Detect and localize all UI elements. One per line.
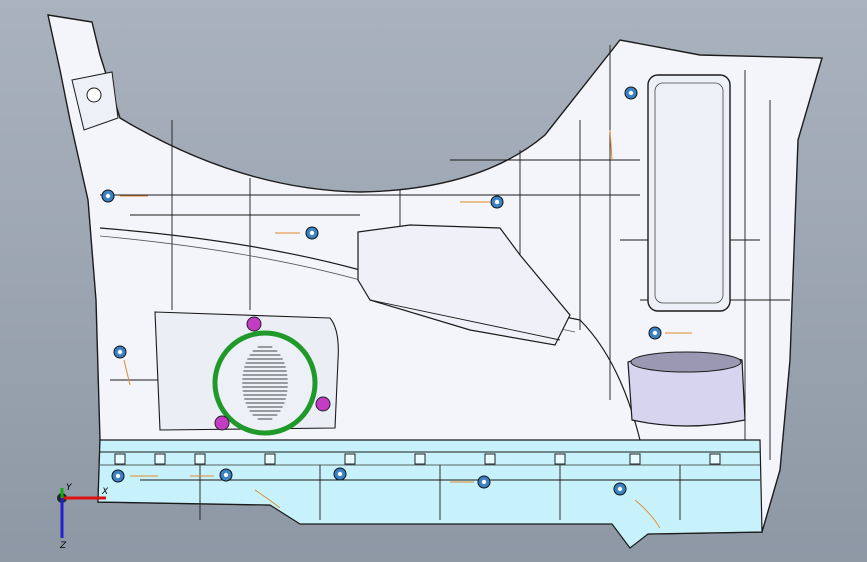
sill-clip (154, 453, 166, 465)
fastener-hole (652, 330, 658, 336)
sill-clip (264, 453, 276, 465)
fastener-hole (223, 472, 229, 478)
x-axis-label: X (101, 487, 109, 497)
cad-viewport[interactable]: X Y Z (0, 0, 867, 562)
sill-clip (194, 453, 206, 465)
sill-clip (709, 453, 721, 465)
y-axis-label: Y (66, 483, 73, 493)
speaker-clip-right[interactable] (315, 396, 331, 412)
fastener-hole (309, 230, 315, 236)
speaker-clip-left[interactable] (214, 415, 230, 431)
sill-clip (629, 453, 641, 465)
axis-triad: X Y Z (57, 483, 109, 550)
sill-clip (114, 453, 126, 465)
sill-clip (484, 453, 496, 465)
bracket-hole (86, 87, 102, 103)
sill-clip (344, 453, 356, 465)
fastener-hole (628, 90, 634, 96)
sill-clip (554, 453, 566, 465)
fastener-hole (337, 471, 343, 477)
speaker-clip-top[interactable] (246, 316, 262, 332)
fastener-hole (115, 473, 121, 479)
handle-cavity (647, 74, 731, 312)
fastener-hole (494, 199, 500, 205)
fastener-hole (105, 193, 111, 199)
z-axis-label: Z (59, 541, 67, 550)
fastener-hole (481, 479, 487, 485)
fastener-hole (617, 486, 623, 492)
cup-holder-rim (630, 351, 742, 373)
sill-clip (414, 453, 426, 465)
fastener-hole (117, 349, 123, 355)
trim-panel-model[interactable] (0, 0, 867, 562)
